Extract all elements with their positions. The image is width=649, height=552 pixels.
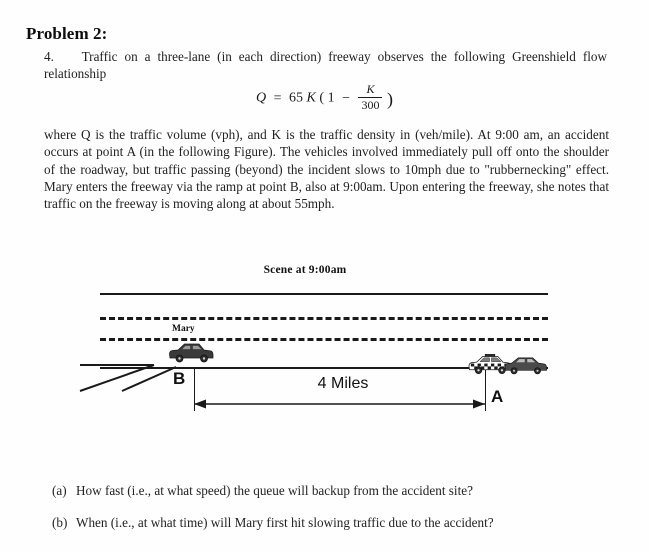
question-item: (b) When (i.e., at what time) will Mary … — [52, 514, 612, 531]
question-text: How fast (i.e., at what speed) the queue… — [76, 483, 473, 498]
freeway-edge-line-top — [100, 293, 548, 295]
question-tag: (b) — [52, 515, 68, 530]
mary-label: Mary — [171, 324, 196, 334]
figure-title: Scene at 9:00am — [263, 264, 347, 276]
page-title: Problem 2: — [26, 24, 108, 43]
problem-number: 4. — [44, 49, 54, 64]
questions-list: (a) How fast (i.e., at what speed) the q… — [52, 482, 612, 546]
lane-divider-2 — [100, 338, 548, 341]
lane-divider-1 — [100, 317, 548, 320]
equation-open-paren: ( — [319, 90, 325, 106]
distance-dimension: 4 Miles — [180, 367, 500, 415]
equation-minus: − — [342, 90, 350, 106]
equation-close-paren: ) — [386, 89, 393, 110]
scene-figure: Scene at 9:00am Mary B A 4 Miles — [79, 262, 570, 427]
problem-intro-text: Traffic on a three-lane (in each directi… — [44, 49, 607, 82]
equation-one: 1 — [327, 90, 335, 106]
question-text: When (i.e., at what time) will Mary firs… — [76, 515, 494, 530]
double-arrow-icon — [194, 399, 485, 409]
problem-body-block: where Q is the traffic volume (vph), and… — [44, 126, 609, 212]
question-tag: (a) — [52, 483, 67, 498]
equation-numerator: K — [366, 82, 375, 96]
document-page: Problem 2: 4. Traffic on a three-lane (i… — [0, 0, 649, 552]
problem-intro-paragraph: 4. Traffic on a three-lane (in each dire… — [44, 48, 607, 82]
equation-fraction: K 300 — [358, 82, 383, 112]
question-item: (a) How fast (i.e., at what speed) the q… — [52, 482, 612, 499]
greenshield-equation: Q = 65 K ( 1 − K 300 ) — [256, 82, 393, 113]
mary-car-icon — [169, 343, 214, 363]
equation-equals: = — [273, 90, 282, 106]
equation-coefficient: 65 — [289, 90, 304, 106]
distance-label: 4 Miles — [268, 375, 418, 393]
problem-intro-block: 4. Traffic on a three-lane (in each dire… — [44, 48, 607, 82]
equation-denominator: 300 — [358, 96, 383, 112]
equation-container: Q = 65 K ( 1 − K 300 ) — [0, 82, 649, 113]
problem-body-paragraph: where Q is the traffic volume (vph), and… — [44, 127, 609, 212]
accident-car-icon — [504, 357, 547, 375]
equation-lhs: Q — [256, 90, 267, 106]
equation-variable: K — [306, 90, 316, 106]
